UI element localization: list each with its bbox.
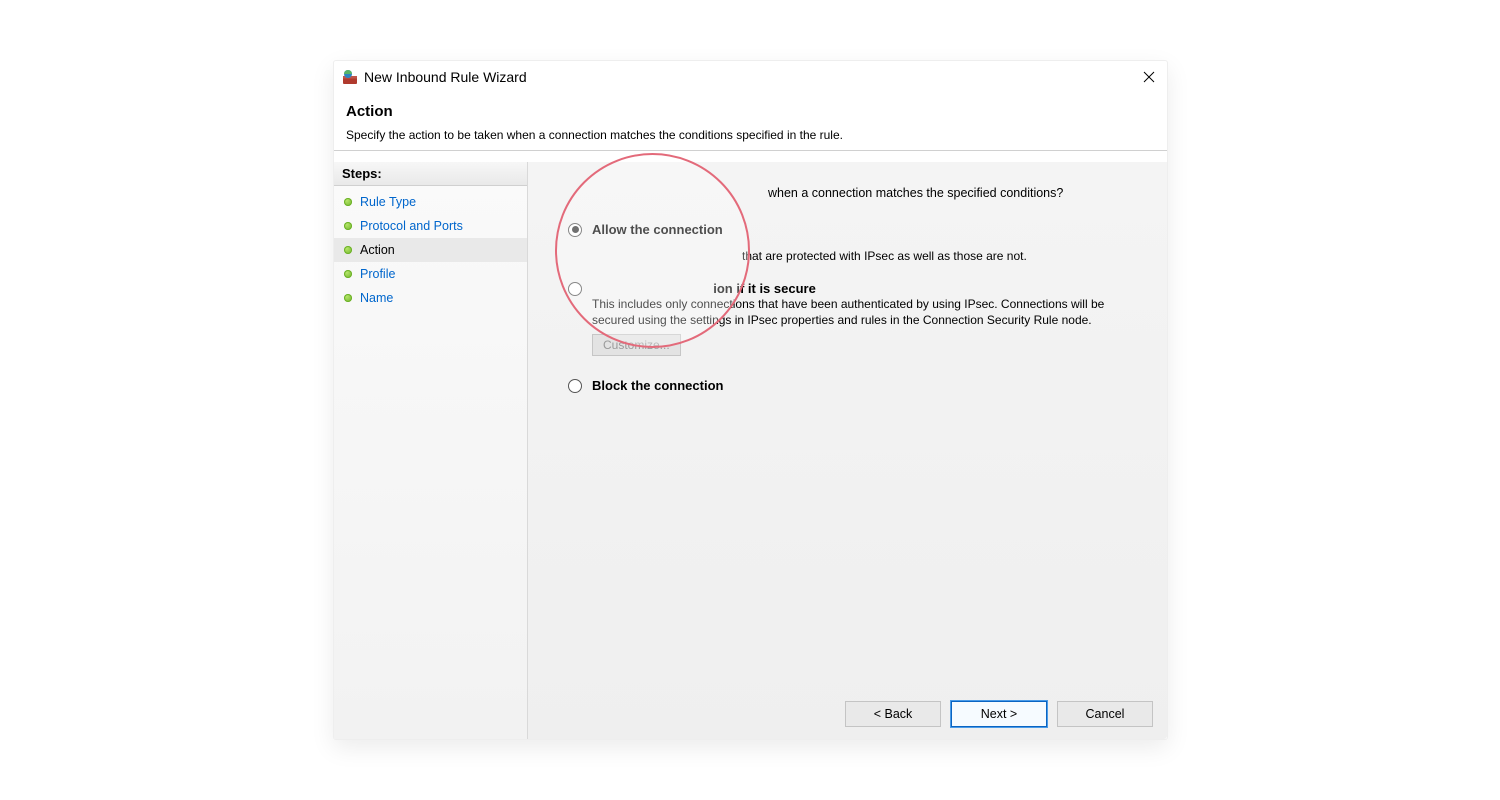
back-button[interactable]: < Back <box>845 701 941 727</box>
next-button[interactable]: Next > <box>951 701 1047 727</box>
step-name[interactable]: Name <box>334 286 527 310</box>
bullet-icon <box>344 294 352 302</box>
close-icon <box>1143 71 1155 83</box>
option-allow-secure-label: ion if it is secure <box>713 281 816 296</box>
cancel-button[interactable]: Cancel <box>1057 701 1153 727</box>
option-allow-secure[interactable]: Allow the connection if it is secure Thi… <box>568 281 1137 356</box>
wizard-buttons: < Back Next > Cancel <box>845 701 1153 727</box>
option-allow-label: Allow the connection <box>592 222 723 237</box>
window-title: New Inbound Rule Wizard <box>364 69 527 85</box>
step-label[interactable]: Profile <box>360 267 395 281</box>
bullet-icon <box>344 222 352 230</box>
step-rule-type[interactable]: Rule Type <box>334 190 527 214</box>
close-button[interactable] <box>1139 67 1159 87</box>
wizard-content: when a connection matches the specified … <box>528 162 1167 739</box>
wizard-header: Action Specify the action to be taken wh… <box>334 93 1167 151</box>
steps-heading: Steps: <box>334 162 527 186</box>
page-subtitle: Specify the action to be taken when a co… <box>346 128 1155 142</box>
step-label[interactable]: Rule Type <box>360 195 416 209</box>
option-allow[interactable]: Allow the connection <box>568 222 1137 237</box>
step-protocol-ports[interactable]: Protocol and Ports <box>334 214 527 238</box>
question-text: when a connection matches the specified … <box>568 186 1137 200</box>
step-label: Action <box>360 243 395 257</box>
option-allow-secure-description: This includes only connections that have… <box>592 296 1122 328</box>
page-title: Action <box>346 103 1155 120</box>
step-label[interactable]: Protocol and Ports <box>360 219 463 233</box>
step-profile[interactable]: Profile <box>334 262 527 286</box>
customize-button: Customize... <box>592 334 681 356</box>
wizard-dialog: New Inbound Rule Wizard Action Specify t… <box>333 60 1168 740</box>
step-action: Action <box>334 238 527 262</box>
radio-allow-secure[interactable] <box>568 282 582 296</box>
bullet-icon <box>344 246 352 254</box>
radio-block[interactable] <box>568 379 582 393</box>
step-label[interactable]: Name <box>360 291 393 305</box>
titlebar: New Inbound Rule Wizard <box>334 61 1167 93</box>
firewall-icon <box>342 69 358 85</box>
bullet-icon <box>344 270 352 278</box>
option-allow-description: that are protected with IPsec as well as… <box>592 249 1137 263</box>
bullet-icon <box>344 198 352 206</box>
option-block[interactable]: Block the connection <box>568 378 1137 393</box>
steps-sidebar: Steps: Rule Type Protocol and Ports Acti… <box>334 162 528 739</box>
option-block-label: Block the connection <box>592 378 723 393</box>
radio-allow[interactable] <box>568 223 582 237</box>
